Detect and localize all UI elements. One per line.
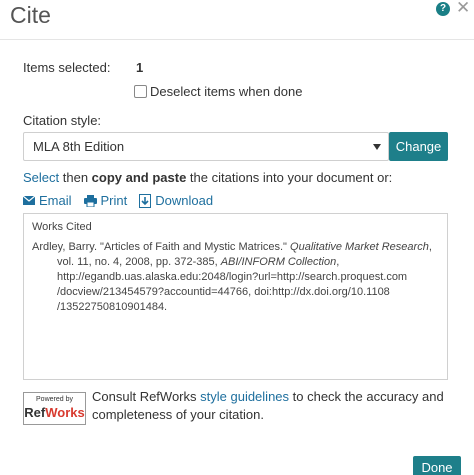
citation-comma: , <box>428 241 432 253</box>
help-icon[interactable]: ? <box>436 2 450 16</box>
citation-volume: vol. 11, no. 4, 2008, pp. 372-385, <box>57 256 221 268</box>
dialog-title: Cite <box>10 2 51 28</box>
instruction-text: Select then copy and paste the citations… <box>23 170 392 185</box>
citation-line-1: Ardley, Barry. "Articles of Faith and My… <box>32 240 444 255</box>
dialog-header: Cite ? ✕ <box>0 0 474 40</box>
citation-line-5: /13522750810901484. <box>57 301 168 313</box>
envelope-icon <box>23 196 35 205</box>
download-icon <box>139 193 152 208</box>
print-label: Print <box>100 193 128 208</box>
refworks-powered-by: Powered by <box>36 396 73 403</box>
refworks-brand-ref: Ref <box>24 405 46 420</box>
items-selected-count: 1 <box>136 60 144 75</box>
email-label: Email <box>39 193 72 208</box>
citation-author-title: Ardley, Barry. "Articles of Faith and My… <box>32 241 291 253</box>
select-link[interactable]: Select <box>23 170 59 185</box>
refworks-brand-works: Works <box>45 405 85 420</box>
citation-entry: Ardley, Barry. "Articles of Faith and My… <box>32 240 444 315</box>
chevron-down-icon <box>373 144 381 150</box>
refworks-brand: RefWorks <box>24 405 85 420</box>
instruction-then: then <box>59 170 92 185</box>
cite-dialog: Cite ? ✕ Items selected: 1 Deselect item… <box>0 0 474 475</box>
refworks-logo: Powered by RefWorks <box>23 392 86 425</box>
citation-line-4: /docview/213454579?accountid=44766, doi:… <box>57 286 390 298</box>
citation-style-label: Citation style: <box>23 113 102 128</box>
instruction-copy-paste: copy and paste <box>91 170 187 185</box>
instruction-rest: the citations into your document or: <box>186 170 393 185</box>
email-action[interactable]: Email <box>23 193 72 208</box>
refworks-text-pre: Consult RefWorks <box>92 389 201 404</box>
citation-style-value: MLA 8th Edition <box>33 139 125 154</box>
citation-line-3: http://egandb.uas.alaska.edu:2048/login?… <box>57 271 408 283</box>
citation-textbox[interactable]: Works Cited Ardley, Barry. "Articles of … <box>23 213 448 380</box>
style-guidelines-link[interactable]: style guidelines <box>200 389 289 404</box>
deselect-checkbox[interactable] <box>134 85 147 98</box>
change-button[interactable]: Change <box>389 132 448 161</box>
citation-style-select[interactable]: MLA 8th Edition <box>23 132 389 161</box>
deselect-label: Deselect items when done <box>150 84 303 99</box>
download-action[interactable]: Download <box>139 193 213 208</box>
items-selected-label: Items selected: <box>23 60 111 75</box>
citation-collection: ABI/INFORM Collection <box>220 256 337 268</box>
refworks-guidance: Consult RefWorks style guidelines to che… <box>92 388 452 424</box>
deselect-option[interactable]: Deselect items when done <box>134 84 302 99</box>
print-action[interactable]: Print <box>83 193 128 208</box>
printer-icon <box>83 194 97 207</box>
citation-comma: , <box>336 256 340 268</box>
works-cited-heading: Works Cited <box>32 221 92 233</box>
done-button[interactable]: Done <box>413 456 461 475</box>
citation-journal: Qualitative Market Research <box>290 241 429 253</box>
close-icon[interactable]: ✕ <box>456 0 470 17</box>
citation-actions: Email Print Download <box>23 193 225 208</box>
citation-line-2: vol. 11, no. 4, 2008, pp. 372-385, ABI/I… <box>32 255 444 270</box>
download-label: Download <box>155 193 214 208</box>
